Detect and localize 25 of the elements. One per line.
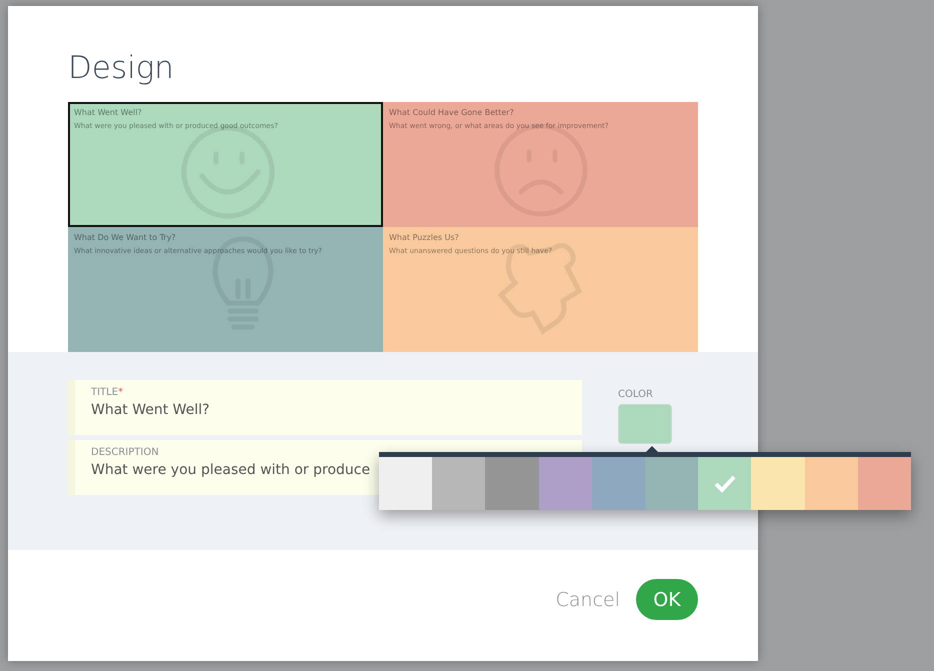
color-swatch[interactable] — [618, 404, 672, 444]
color-label: COLOR — [618, 389, 654, 400]
color-option[interactable] — [858, 457, 912, 510]
field-value: What Went Well? — [91, 402, 211, 418]
color-option[interactable] — [432, 457, 486, 510]
color-option[interactable] — [645, 457, 698, 510]
color-option[interactable] — [485, 457, 539, 510]
field-label: TITLE* — [91, 387, 124, 398]
column-title: What Puzzles Us? — [389, 233, 460, 242]
column-title: What Went Well? — [74, 108, 143, 117]
column-title: What Do We Want to Try? — [74, 233, 177, 242]
color-option[interactable] — [698, 457, 752, 510]
checkmark-icon — [714, 474, 736, 492]
field-value: What were you pleased with or produce — [91, 462, 372, 478]
dialog-title: Design — [68, 50, 175, 88]
column-title: What Could Have Gone Better? — [389, 108, 515, 117]
color-option[interactable] — [751, 457, 805, 510]
cancel-button[interactable]: Cancel — [556, 588, 620, 610]
color-option[interactable] — [804, 457, 858, 510]
ok-button[interactable]: OK — [636, 579, 698, 620]
color-option[interactable] — [592, 457, 646, 510]
color-option[interactable] — [379, 457, 432, 510]
field-label: DESCRIPTION — [91, 447, 160, 458]
title-field[interactable]: TITLE* What Went Well? — [68, 380, 582, 435]
color-option[interactable] — [538, 457, 592, 510]
